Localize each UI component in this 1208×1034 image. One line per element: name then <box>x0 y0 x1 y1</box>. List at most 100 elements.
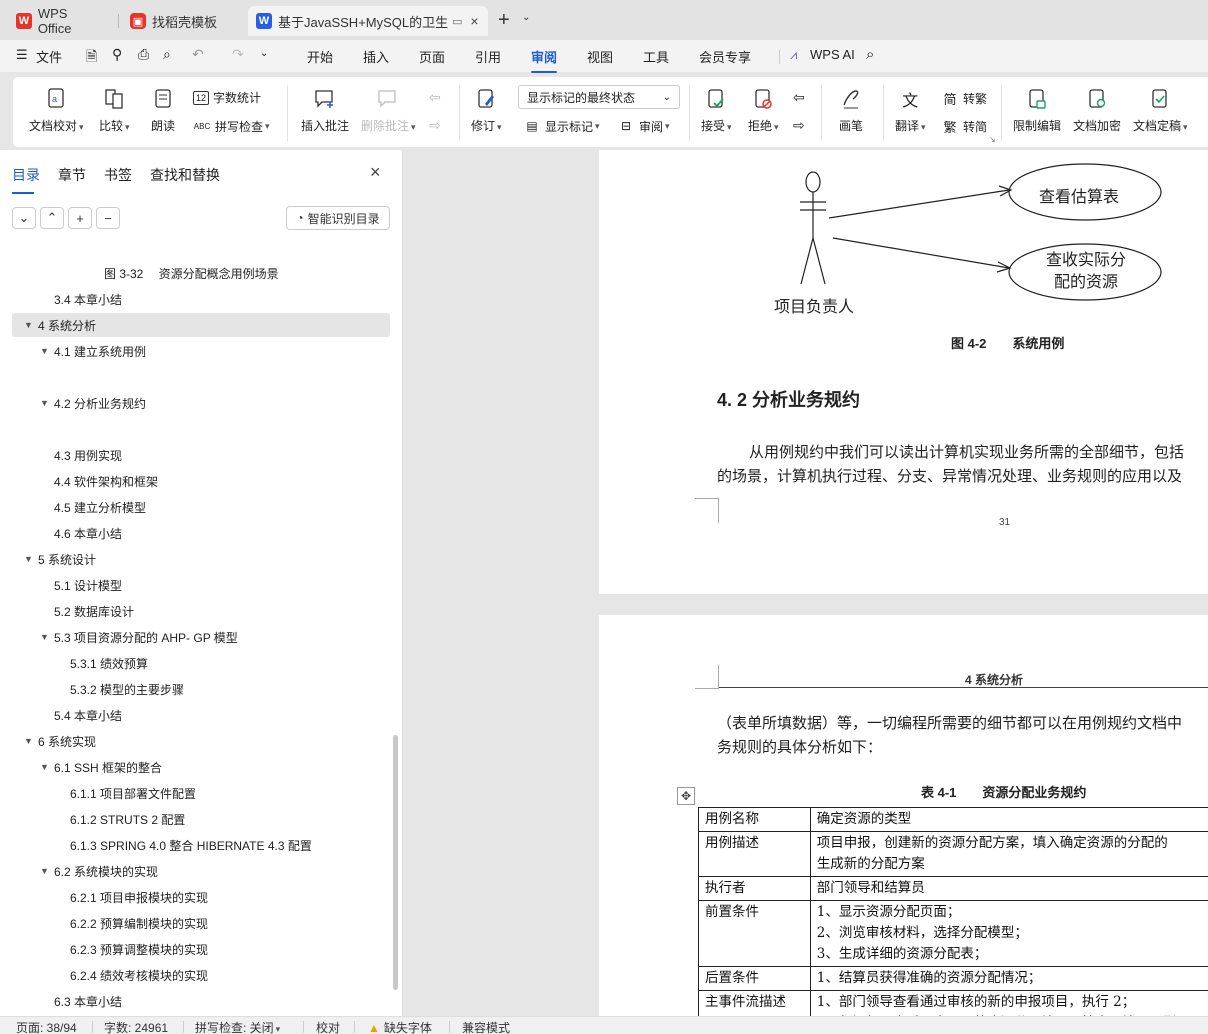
monitor-icon[interactable]: ▭ <box>452 15 462 28</box>
toc-item[interactable]: ▼ 4.1 建立系统用例 <box>0 339 400 363</box>
toc-item[interactable]: 4.3 用例实现 <box>0 443 400 467</box>
table-value-cell[interactable]: 确定资源的类型 <box>809 807 1208 832</box>
toc-item[interactable]: 4.4 软件架构和框架 <box>0 469 400 493</box>
table-key-cell[interactable]: 前置条件 <box>698 900 811 967</box>
tab-find-replace[interactable]: 查找和替换 <box>150 165 220 185</box>
doc-check-button[interactable]: a 文档校对 ▾ <box>29 87 84 134</box>
hamburger-icon[interactable]: ☰ <box>16 47 28 63</box>
accept-button[interactable]: 接受 ▾ <box>701 87 732 134</box>
redo-icon[interactable]: ↷ <box>232 46 244 63</box>
new-tab-icon[interactable]: + <box>498 9 510 32</box>
spell-check-button[interactable]: ABC 拼写检查 ▾ <box>193 117 270 135</box>
toc-item[interactable]: 5.4 本章小结 <box>0 703 400 727</box>
toc-scrollbar[interactable] <box>393 735 398 990</box>
expand-triangle-icon[interactable]: ▼ <box>24 320 36 330</box>
prev-change-icon[interactable]: ⇦ <box>793 89 805 106</box>
toc-item[interactable]: 6.2.1 项目申报模块的实现 <box>0 885 400 909</box>
expand-triangle-icon[interactable]: ▼ <box>24 736 36 746</box>
menu-insert[interactable]: 插入 <box>363 47 389 66</box>
more-chevron-icon[interactable]: ⌄ <box>260 48 268 59</box>
revise-button[interactable]: 修订 ▾ <box>471 87 502 134</box>
menu-member[interactable]: 会员专享 <box>699 47 751 66</box>
tab-wps-office[interactable]: W WPS Office <box>8 6 112 36</box>
expand-triangle-icon[interactable]: ▼ <box>40 632 52 642</box>
toc-item[interactable]: 6.2.3 预算调整模块的实现 <box>0 937 400 961</box>
chevron-down-icon[interactable]: ⌄ <box>522 12 530 23</box>
toc-item[interactable]: 6.2.2 预算编制模块的实现 <box>0 911 400 935</box>
toc-item[interactable]: ▼ 6.2 系统模块的实现 <box>0 859 400 883</box>
toc-item[interactable]: 6.1.3 SPRING 4.0 整合 HIBERNATE 4.3 配置 <box>0 833 400 857</box>
print-preview-icon[interactable]: ⌕ <box>163 46 171 63</box>
table-value-cell[interactable]: 1、结算员获得准确的资源分配情况； <box>809 966 1208 991</box>
spell-check-status[interactable]: 拼写检查: 关闭 ▾ <box>195 1019 280 1034</box>
toc-item[interactable]: 4.6 本章小结 <box>0 521 400 545</box>
toc-item[interactable]: ▼ 5.3 项目资源分配的 AHP- GP 模型 <box>0 625 400 649</box>
toc-item[interactable]: 3.4 本章小结 <box>0 287 400 311</box>
compare-button[interactable]: 比较 ▾ <box>99 87 130 134</box>
translate-button[interactable]: 文 翻译 ▾ <box>895 87 926 134</box>
toc-item[interactable]: 6.1.2 STRUTS 2 配置 <box>0 807 400 831</box>
tab-current-document[interactable]: W 基于JavaSSH+MySQL的卫生 ▭ × <box>248 6 488 36</box>
restrict-edit-button[interactable]: 限制编辑 <box>1013 87 1061 134</box>
expand-triangle-icon[interactable]: ▼ <box>24 554 36 564</box>
to-traditional-button[interactable]: 简 转繁 <box>941 89 987 107</box>
tab-toc[interactable]: 目录 <box>12 165 40 194</box>
share-icon[interactable]: ⚲ <box>112 46 122 63</box>
reject-button[interactable]: 拒绝 ▾ <box>748 87 779 134</box>
table-value-cell[interactable]: 项目申报，创建新的资源分配方案，填入确定资源的分配的 生成新的分配方案 <box>809 831 1208 877</box>
expand-triangle-icon[interactable]: ▼ <box>40 346 52 356</box>
menu-wps-ai[interactable]: WPS AI <box>810 47 855 62</box>
menu-view[interactable]: 视图 <box>587 47 613 66</box>
collapse-all-icon[interactable]: ⌄ <box>12 207 36 229</box>
encrypt-button[interactable]: 文档加密 <box>1073 87 1121 134</box>
menu-reference[interactable]: 引用 <box>475 47 501 66</box>
tab-chapter[interactable]: 章节 <box>58 165 86 185</box>
next-comment-icon[interactable]: ⇨ <box>429 117 441 134</box>
table-key-cell[interactable]: 主事件流描述 <box>698 990 811 1016</box>
table-move-handle-icon[interactable]: ✥ <box>677 787 695 805</box>
menu-page[interactable]: 页面 <box>419 47 445 66</box>
undo-icon[interactable]: ↶ <box>192 46 204 63</box>
proofread-status[interactable]: 校对 <box>316 1019 340 1034</box>
review-pane-button[interactable]: ⊟ 审阅 ▾ <box>617 117 670 135</box>
toc-item[interactable]: ▼ 4 系统分析 <box>12 313 390 337</box>
next-change-icon[interactable]: ⇨ <box>793 117 805 134</box>
table-value-cell[interactable]: 1、显示资源分配页面； 2、浏览审核材料，选择分配模型； 3、生成详细的资源分配表； <box>809 900 1208 967</box>
smart-toc-button[interactable]: ◔ 智能识别目录 <box>286 206 390 230</box>
search-icon[interactable]: ⌕ <box>866 46 874 63</box>
missing-font-status[interactable]: ▲ 缺失字体 <box>368 1019 432 1034</box>
toc-item[interactable]: ▼ 6.1 SSH 框架的整合 <box>0 755 400 779</box>
page-indicator[interactable]: 页面: 38/94 <box>16 1019 77 1034</box>
table-key-cell[interactable]: 执行者 <box>698 876 811 901</box>
save-icon[interactable]: 🗎 <box>86 46 97 70</box>
toc-item[interactable]: 6.1.1 项目部署文件配置 <box>0 781 400 805</box>
pen-button[interactable]: 画笔 <box>839 87 863 134</box>
menu-tools[interactable]: 工具 <box>643 47 669 66</box>
add-heading-icon[interactable]: + <box>68 207 92 229</box>
toc-item[interactable]: ▼ 6 系统实现 <box>0 729 400 753</box>
remove-heading-icon[interactable]: − <box>96 207 120 229</box>
word-count-indicator[interactable]: 字数: 24961 <box>104 1019 168 1034</box>
tab-bookmark[interactable]: 书签 <box>104 165 132 185</box>
show-markup-button[interactable]: ▤ 显示标记 ▾ <box>523 117 599 135</box>
expand-triangle-icon[interactable]: ▼ <box>40 762 52 772</box>
expand-triangle-icon[interactable]: ▼ <box>40 398 52 408</box>
toc-item[interactable]: 5.3.1 绩效预算 <box>0 651 400 675</box>
ribbon-expand-icon[interactable]: ↘ <box>989 135 996 144</box>
read-aloud-button[interactable]: 朗读 <box>151 87 175 134</box>
table-key-cell[interactable]: 用例描述 <box>698 831 811 877</box>
toc-item[interactable]: 5.3.2 模型的主要步骤 <box>0 677 400 701</box>
to-simplified-button[interactable]: 繁 转简 <box>941 117 987 135</box>
menu-file[interactable]: 文件 <box>36 47 62 66</box>
close-icon[interactable]: × <box>370 162 381 183</box>
expand-triangle-icon[interactable]: ▼ <box>40 866 52 876</box>
menu-review[interactable]: 审阅 <box>531 47 558 73</box>
toc-item[interactable]: ▼ 5 系统设计 <box>0 547 400 571</box>
display-state-select[interactable]: 显示标记的最终状态 ⌄ <box>518 85 680 109</box>
menu-start[interactable]: 开始 <box>307 47 333 66</box>
delete-comment-button[interactable]: 删除批注 ▾ <box>361 87 416 134</box>
table-value-cell[interactable]: 1、部门领导查看通过审核的新的申报项目，执行 2；2、部门领导查看历史项目的资源… <box>809 990 1208 1016</box>
table-key-cell[interactable]: 后置条件 <box>698 966 811 991</box>
close-tab-icon[interactable]: × <box>470 13 478 29</box>
print-icon[interactable]: ⎙ <box>138 46 149 63</box>
